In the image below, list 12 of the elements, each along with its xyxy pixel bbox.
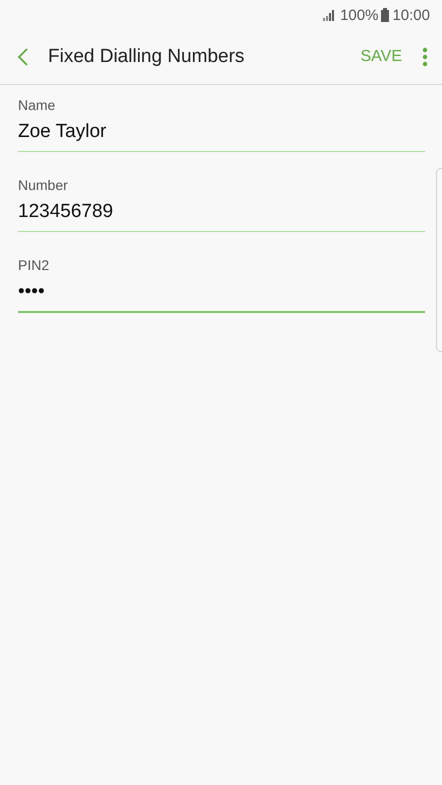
screen-title: Fixed Dialling Numbers xyxy=(48,46,246,68)
battery-percent: 100% xyxy=(340,6,378,24)
input-field[interactable]: Zoe Taylor xyxy=(18,121,425,152)
edge-panel-handle[interactable] xyxy=(436,168,442,352)
clock-time: 10:00 xyxy=(392,6,430,24)
field-label: Number xyxy=(18,177,69,193)
input-field[interactable]: 123456789 xyxy=(18,201,425,232)
more-options-icon[interactable] xyxy=(422,47,428,67)
input-field[interactable]: •••• xyxy=(18,281,425,313)
battery-icon xyxy=(381,8,390,22)
field-label: Name xyxy=(18,97,56,113)
field-label: PIN2 xyxy=(18,257,50,273)
